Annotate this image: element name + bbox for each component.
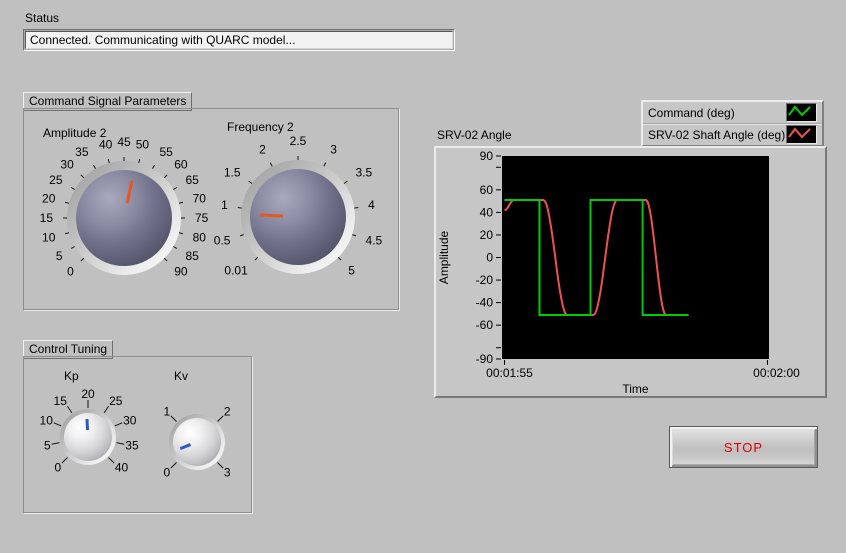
x-axis-title: Time xyxy=(622,382,649,396)
y-axis-tick-label: 0 xyxy=(486,251,493,265)
knob-tick-label: 5 xyxy=(44,438,51,452)
command-line-sample-icon xyxy=(788,105,811,117)
legend-label-shaft-angle: SRV-02 Shaft Angle (deg) xyxy=(648,127,786,142)
knob-tick-label: 50 xyxy=(136,138,150,152)
knob-tick-label: 25 xyxy=(49,173,63,187)
kv-label: Kv xyxy=(174,369,189,383)
knob-tick-label: 45 xyxy=(117,135,131,149)
frequency2-knob[interactable]: 0.01 0.5 1 1.5 2 2.5 3 3.5 4 4.5 5 xyxy=(198,131,398,311)
knob-tick-label: 0 xyxy=(54,460,61,474)
knob-sphere xyxy=(76,170,172,266)
legend-item-command[interactable]: Command (deg) xyxy=(643,102,822,124)
knob-tick-label: 30 xyxy=(60,157,74,171)
knob-tick-label: 5 xyxy=(348,264,355,278)
y-axis-tick-label: -20 xyxy=(476,273,494,287)
legend-item-shaft-angle[interactable]: SRV-02 Shaft Angle (deg) xyxy=(643,124,822,145)
knob-tick-label: 0 xyxy=(67,265,74,279)
knob-tick-label: 3 xyxy=(330,142,337,156)
y-axis-title: Amplitude xyxy=(437,231,451,285)
knob-tick-label: 60 xyxy=(174,157,188,171)
knob-tick-label: 2 xyxy=(259,142,266,156)
knob-sphere xyxy=(250,169,346,265)
knob-tick-label: 10 xyxy=(42,231,56,245)
legend-swatch-command[interactable] xyxy=(786,103,817,122)
legend-swatch-shaft-angle[interactable] xyxy=(786,125,817,144)
stop-button[interactable]: STOP xyxy=(669,426,818,468)
knob-tick-label: 15 xyxy=(40,211,54,225)
knob-tick-label: 4 xyxy=(368,198,375,212)
knob-tick-label: 20 xyxy=(42,191,56,205)
knob-tick-label: 3.5 xyxy=(355,165,372,179)
knob-tick-label: 4.5 xyxy=(366,233,383,247)
knob-needle xyxy=(259,213,284,218)
x-axis-tick-label: 00:01:55 xyxy=(486,366,533,380)
status-label: Status xyxy=(25,11,60,25)
knob-tick-label: 20 xyxy=(81,387,95,401)
knob-tick-label: 0 xyxy=(163,465,170,479)
kp-knob[interactable]: 0510152025303540 xyxy=(28,386,148,504)
knob-sphere xyxy=(173,418,221,466)
knob-tick-label: 90 xyxy=(174,265,188,279)
knob-tick-label: 0.01 xyxy=(224,264,248,278)
plot-area xyxy=(502,156,769,359)
kp-label: Kp xyxy=(64,369,79,383)
y-axis-tick-label: -60 xyxy=(476,318,494,332)
y-axis-tick-label: 60 xyxy=(480,183,494,197)
knob-tick-label: 55 xyxy=(160,145,174,159)
shaft-angle-line-sample-icon xyxy=(788,127,811,139)
chart-legend: Command (deg) SRV-02 Shaft Angle (deg) xyxy=(641,100,824,147)
kv-knob[interactable]: 0 1 2 3 xyxy=(137,391,257,509)
knob-tick-label: 0.5 xyxy=(214,233,231,247)
knob-tick-label: 30 xyxy=(123,414,137,428)
chart-title: SRV-02 Angle xyxy=(437,128,512,142)
knob-tick-label: 25 xyxy=(109,394,123,408)
knob-tick-label: 40 xyxy=(99,138,113,152)
x-axis-tick-label: 00:02:00 xyxy=(753,366,800,380)
stop-button-label: STOP xyxy=(723,439,764,455)
status-text: Connected. Communicating with QUARC mode… xyxy=(30,33,296,47)
knob-tick-label: 3 xyxy=(224,465,231,479)
status-field: Connected. Communicating with QUARC mode… xyxy=(23,29,455,51)
knob-tick-label: 40 xyxy=(115,460,129,474)
knob-tick-label: 1.5 xyxy=(224,165,241,179)
y-axis-tick-label: 20 xyxy=(480,228,494,242)
knob-tick-label: 35 xyxy=(75,145,89,159)
y-axis-tick-label: -40 xyxy=(476,296,494,310)
labview-front-panel: Status Connected. Communicating with QUA… xyxy=(0,0,846,553)
srv02-angle-chart: 90 60 40 20 0 -20 -40 -60 -9000:01:55 00:02:00 Tim… xyxy=(437,149,800,396)
y-axis-tick-label: -90 xyxy=(476,352,494,366)
knob-tick-label: 2 xyxy=(224,405,231,419)
knob-needle xyxy=(85,418,90,431)
knob-tick-label: 10 xyxy=(40,414,54,428)
knob-tick-label: 1 xyxy=(221,198,228,212)
knob-tick-label: 5 xyxy=(56,249,63,263)
y-axis-tick-label: 90 xyxy=(480,149,494,163)
knob-tick-label: 15 xyxy=(54,394,68,408)
legend-label-command: Command (deg) xyxy=(648,105,735,120)
knob-tick-label: 1 xyxy=(163,405,170,419)
status-field-inner: Connected. Communicating with QUARC mode… xyxy=(25,31,453,49)
y-axis-tick-label: 40 xyxy=(480,205,494,219)
amplitude2-knob[interactable]: 0510152025303540 45 505560657075808590 xyxy=(24,132,224,312)
knob-tick-label: 2.5 xyxy=(290,134,307,148)
